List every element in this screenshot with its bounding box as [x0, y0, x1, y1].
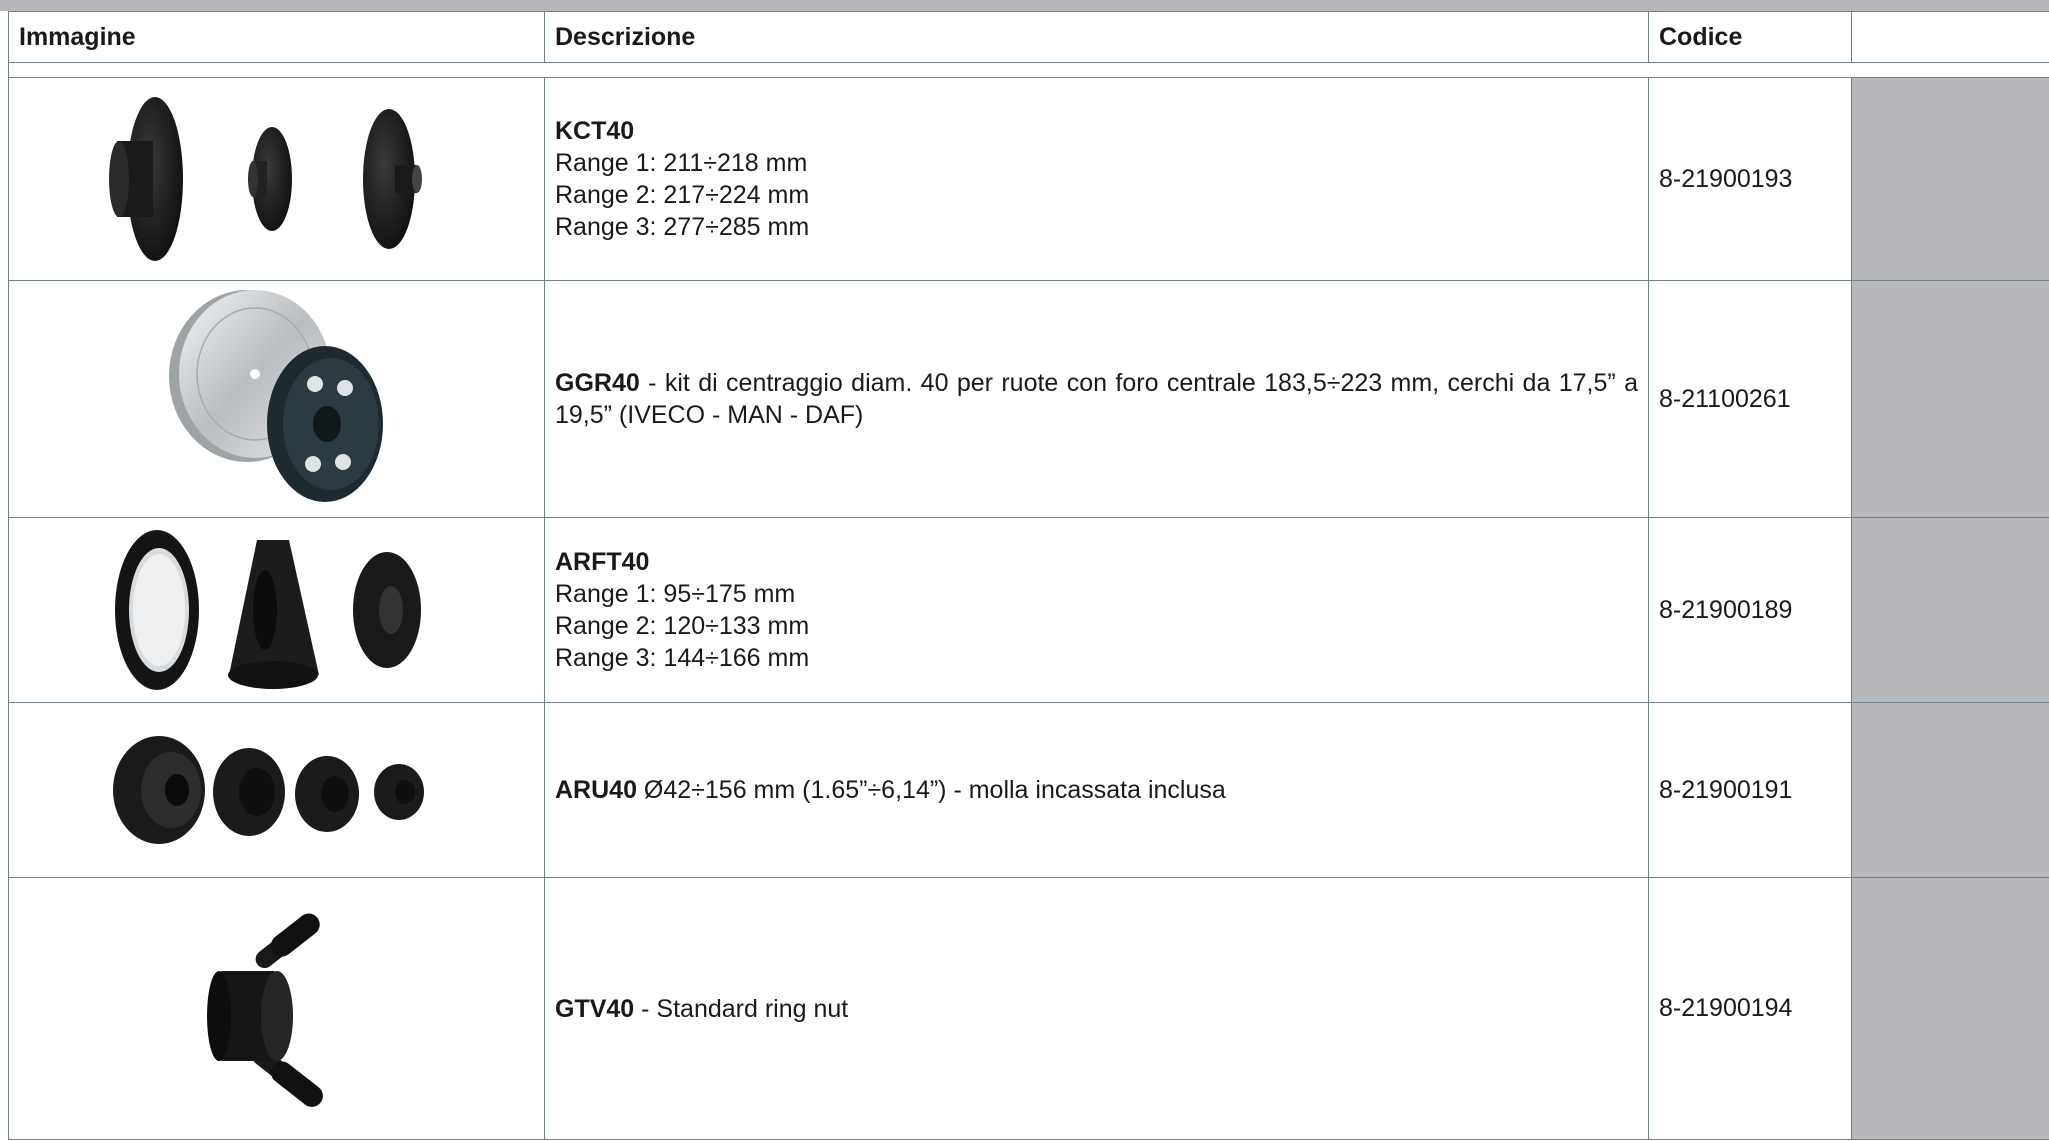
side-column-cell	[1851, 517, 2049, 703]
product-image-ggr40	[8, 280, 545, 518]
header-code: Codice	[1648, 11, 1852, 63]
side-column-cell	[1851, 702, 2049, 878]
table-row: GGR40 - kit di centraggio diam. 40 per r…	[8, 280, 2049, 518]
range-line: Range 2: 120÷133 mm	[555, 612, 810, 640]
product-image-arft40	[8, 517, 545, 703]
table-row: ARFT40 Range 1: 95÷175 mm Range 2: 120÷1…	[8, 517, 2049, 703]
description-ggr40: GGR40 - kit di centraggio diam. 40 per r…	[544, 280, 1649, 518]
side-column-cell	[1851, 877, 2049, 1140]
range-line: Range 3: 144÷166 mm	[555, 644, 810, 672]
side-column-cell	[1851, 77, 2049, 281]
header-image: Immagine	[8, 11, 545, 63]
product-name: ARFT40	[555, 548, 650, 576]
range-line: Range 2: 217÷224 mm	[555, 181, 810, 209]
product-code: 8-21900193	[1648, 77, 1852, 281]
description-gtv40: GTV40 - Standard ring nut	[544, 877, 1649, 1140]
product-name: KCT40	[555, 117, 635, 145]
header-extra	[1851, 11, 2049, 63]
product-code: 8-21900191	[1648, 702, 1852, 878]
product-image-aru40	[8, 702, 545, 878]
range-line: Range 1: 95÷175 mm	[555, 580, 796, 608]
accessories-table: Immagine Descrizione Codice KCT40 Range …	[8, 11, 2049, 1140]
table-row: ARU40 Ø42÷156 mm (1.65”÷6,14”) - molla i…	[8, 702, 2049, 878]
product-code: 8-21100261	[1648, 280, 1852, 518]
table-header-row: Immagine Descrizione Codice	[8, 11, 2049, 63]
product-code: 8-21900194	[1648, 877, 1852, 1140]
description-aru40: ARU40 Ø42÷156 mm (1.65”÷6,14”) - molla i…	[544, 702, 1649, 878]
product-description: - Standard ring nut	[634, 994, 849, 1023]
product-image-gtv40	[8, 877, 545, 1140]
table-row: GTV40 - Standard ring nut 8-21900194	[8, 877, 2049, 1140]
description-arft40: ARFT40 Range 1: 95÷175 mm Range 2: 120÷1…	[544, 517, 1649, 703]
product-name: GTV40	[555, 994, 635, 1023]
product-description: - kit di centraggio diam. 40 per ruote c…	[555, 369, 1638, 429]
spacer-row	[8, 62, 2049, 78]
table-row: KCT40 Range 1: 211÷218 mm Range 2: 217÷2…	[8, 77, 2049, 281]
product-image-kct40	[8, 77, 545, 281]
range-line: Range 3: 277÷285 mm	[555, 213, 810, 241]
product-name: ARU40	[555, 776, 637, 804]
range-line: Range 1: 211÷218 mm	[555, 149, 808, 177]
top-header-strip	[0, 0, 2049, 11]
description-kct40: KCT40 Range 1: 211÷218 mm Range 2: 217÷2…	[544, 77, 1649, 281]
header-description: Descrizione	[544, 11, 1649, 63]
side-column-cell	[1851, 280, 2049, 518]
product-description: Ø42÷156 mm (1.65”÷6,14”) - molla incassa…	[636, 776, 1226, 804]
product-code: 8-21900189	[1648, 517, 1852, 703]
product-name: GGR40	[555, 369, 640, 397]
